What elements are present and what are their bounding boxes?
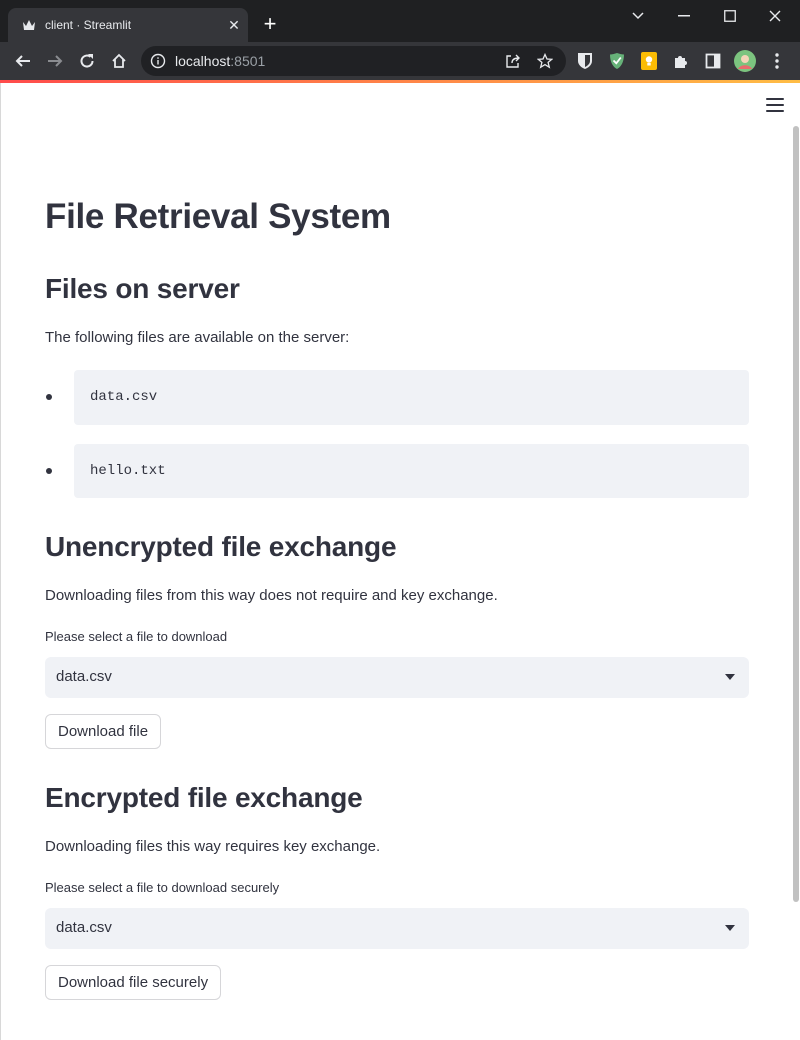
star-icon[interactable] [536,52,554,70]
reload-icon[interactable] [75,49,99,73]
file-name-code: data.csv [90,389,158,405]
browser-titlebar: client · Streamlit ✕ + [0,0,800,42]
download-file-button[interactable]: Download file [45,714,162,749]
download-select-label: Please select a file to download [45,629,228,644]
new-tab-icon[interactable]: + [258,13,282,37]
share-icon[interactable] [504,52,522,70]
streamlit-crown-icon [21,17,37,33]
download-file-securely-button[interactable]: Download file securely [45,965,222,1000]
browser-tab[interactable]: client · Streamlit ✕ [8,8,248,42]
keep-note-icon[interactable] [639,51,659,71]
close-window-icon[interactable] [752,4,798,28]
profile-avatar-icon[interactable] [733,49,757,73]
address-bar[interactable]: localhost:8501 [141,46,566,76]
unencrypted-description: Downloading files from this way does not… [45,587,498,604]
puzzle-icon[interactable] [671,51,691,71]
side-panel-icon[interactable] [703,51,723,71]
forward-icon[interactable] [43,49,67,73]
list-item: data.csv [74,370,749,425]
secure-download-file-select[interactable]: data.csv [45,908,749,949]
url-text: localhost:8501 [175,53,265,69]
maximize-icon[interactable] [707,4,753,28]
minimize-icon[interactable] [661,4,707,28]
file-name-code: hello.txt [90,463,166,479]
encrypted-heading: Encrypted file exchange [45,782,363,813]
kebab-menu-icon[interactable] [767,51,787,71]
download-file-select[interactable]: data.csv [45,657,749,698]
chevron-down-icon [725,674,735,680]
list-bullet [46,394,52,400]
unencrypted-heading: Unencrypted file exchange [45,531,397,562]
scrollbar-thumb[interactable] [793,126,799,902]
adguard-shield-icon[interactable] [607,51,627,71]
page-viewport: File Retrieval System Files on server Th… [0,83,800,1040]
encrypted-description: Downloading files this way requires key … [45,838,381,855]
tab-search-icon[interactable] [615,4,661,28]
secure-download-select-label: Please select a file to download securel… [45,880,280,895]
page-title: File Retrieval System [45,197,391,236]
bitwarden-shield-icon[interactable] [575,51,595,71]
tab-title: client · Streamlit [45,18,132,32]
info-icon[interactable] [150,53,166,69]
back-icon[interactable] [11,49,35,73]
home-icon[interactable] [107,49,131,73]
files-heading: Files on server [45,273,240,304]
tab-close-icon[interactable]: ✕ [226,17,242,33]
window-border [0,83,1,1040]
browser-toolbar: localhost:8501 [0,42,800,80]
list-bullet [46,468,52,474]
chevron-down-icon [725,925,735,931]
secure-download-select-value: data.csv [56,919,112,936]
hamburger-menu-icon[interactable] [766,98,784,112]
url-port: :8501 [230,53,266,69]
list-item: hello.txt [74,444,749,498]
download-select-value: data.csv [56,668,112,685]
files-description: The following files are available on the… [45,329,350,346]
url-host: localhost [175,53,231,69]
